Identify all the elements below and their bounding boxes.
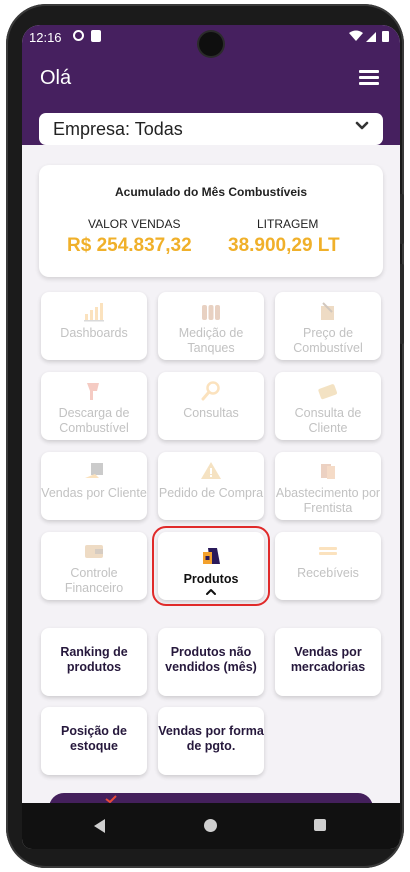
menu-tank-measurement[interactable]: Medição de Tanques <box>158 292 264 360</box>
shopping-bag-icon <box>203 548 220 564</box>
menu-products[interactable]: Produtos <box>152 526 270 606</box>
submenu-stock-position[interactable]: Posição de estoque <box>41 707 147 775</box>
menu-fuel-discharge[interactable]: Descarga de Combustível <box>41 372 147 440</box>
menu-client-query[interactable]: Consulta de Cliente <box>275 372 381 440</box>
sync-icon <box>73 30 84 41</box>
client-sales-icon <box>85 463 103 478</box>
summary-title: Acumulado do Mês Combustíveis <box>114 185 308 199</box>
menu-refuel-by-attendant[interactable]: Abastecimento por Frentista <box>275 452 381 520</box>
menu-dashboards[interactable]: Dashboards <box>41 292 147 360</box>
sales-value: R$ 254.837,32 <box>67 235 192 256</box>
phone-frame: 12:16 Olá Empresa: Todas Acumulado do Mê… <box>6 4 404 868</box>
hamburger-menu-icon[interactable] <box>359 69 381 87</box>
menu-receivables[interactable]: Recebíveis <box>275 532 381 600</box>
sd-card-icon <box>91 30 101 42</box>
status-time: 12:16 <box>29 30 62 45</box>
receivables-icon <box>319 547 337 555</box>
menu-label: Consultas <box>183 406 239 420</box>
submenu-label: Vendas por forma de pgto. <box>158 724 264 753</box>
menu-purchase-order[interactable]: Pedido de Compra <box>158 452 264 520</box>
menu-label: Produtos <box>183 572 239 586</box>
menu-label: Medição de Tanques <box>178 326 244 355</box>
menu-label: Vendas por Cliente <box>41 486 147 500</box>
app-screen: 12:16 Olá Empresa: Todas Acumulado do Mê… <box>22 25 400 849</box>
recent-apps-icon[interactable] <box>314 819 326 831</box>
company-select[interactable]: Empresa: Todas <box>39 113 383 145</box>
menu-label: Preço de Combustível <box>293 326 363 355</box>
submenu-label: Vendas por mercadorias <box>290 645 366 674</box>
submenu-unsold-products[interactable]: Produtos não vendidos (mês) <box>158 628 264 696</box>
tanks-icon <box>202 305 220 320</box>
submenu-label: Posição de estoque <box>61 724 127 753</box>
wallet-icon <box>85 545 103 558</box>
volume-value: 38.900,29 LT <box>228 235 340 256</box>
bar-chart-icon <box>84 303 104 322</box>
menu-fuel-price[interactable]: Preço de Combustível <box>275 292 381 360</box>
menu-label: Controle Financeiro <box>64 566 124 595</box>
check-icon <box>105 795 117 803</box>
chevron-down-icon <box>355 121 369 130</box>
system-nav-bar <box>22 803 400 849</box>
menu-label: Dashboards <box>60 326 128 340</box>
front-camera <box>199 32 223 56</box>
submenu-label: Ranking de produtos <box>60 645 128 674</box>
submenu-product-ranking[interactable]: Ranking de produtos <box>41 628 147 696</box>
menu-label: Abastecimento por Frentista <box>275 486 381 515</box>
submenu-sales-by-goods[interactable]: Vendas por mercadorias <box>275 628 381 696</box>
fuel-nozzle-icon <box>87 383 99 400</box>
signal-battery-icons <box>349 30 389 42</box>
back-icon[interactable] <box>94 819 105 833</box>
warning-icon <box>201 462 221 479</box>
attendant-icon <box>321 464 335 479</box>
magnifier-icon <box>201 381 220 401</box>
fuel-price-icon <box>321 302 334 320</box>
company-select-value: Empresa: Todas <box>53 119 183 139</box>
client-card-icon <box>318 384 338 400</box>
menu-sales-by-client[interactable]: Vendas por Cliente <box>41 452 147 520</box>
volume-label: LITRAGEM <box>257 217 319 231</box>
greeting-title: Olá <box>40 67 72 89</box>
submenu-label: Produtos não vendidos (mês) <box>165 645 257 674</box>
fuel-summary-card: Acumulado do Mês Combustíveis VALOR VEND… <box>39 165 383 277</box>
menu-label: Recebíveis <box>297 566 359 580</box>
menu-queries[interactable]: Consultas <box>158 372 264 440</box>
submenu-sales-by-payment[interactable]: Vendas por forma de pgto. <box>158 707 264 775</box>
menu-financial-control[interactable]: Controle Financeiro <box>41 532 147 600</box>
chevron-up-icon <box>206 589 216 595</box>
menu-label: Descarga de Combustível <box>58 406 130 435</box>
sales-label: VALOR VENDAS <box>88 217 181 231</box>
menu-label: Pedido de Compra <box>158 486 264 500</box>
menu-label: Consulta de Cliente <box>294 406 362 435</box>
home-icon[interactable] <box>204 819 217 832</box>
